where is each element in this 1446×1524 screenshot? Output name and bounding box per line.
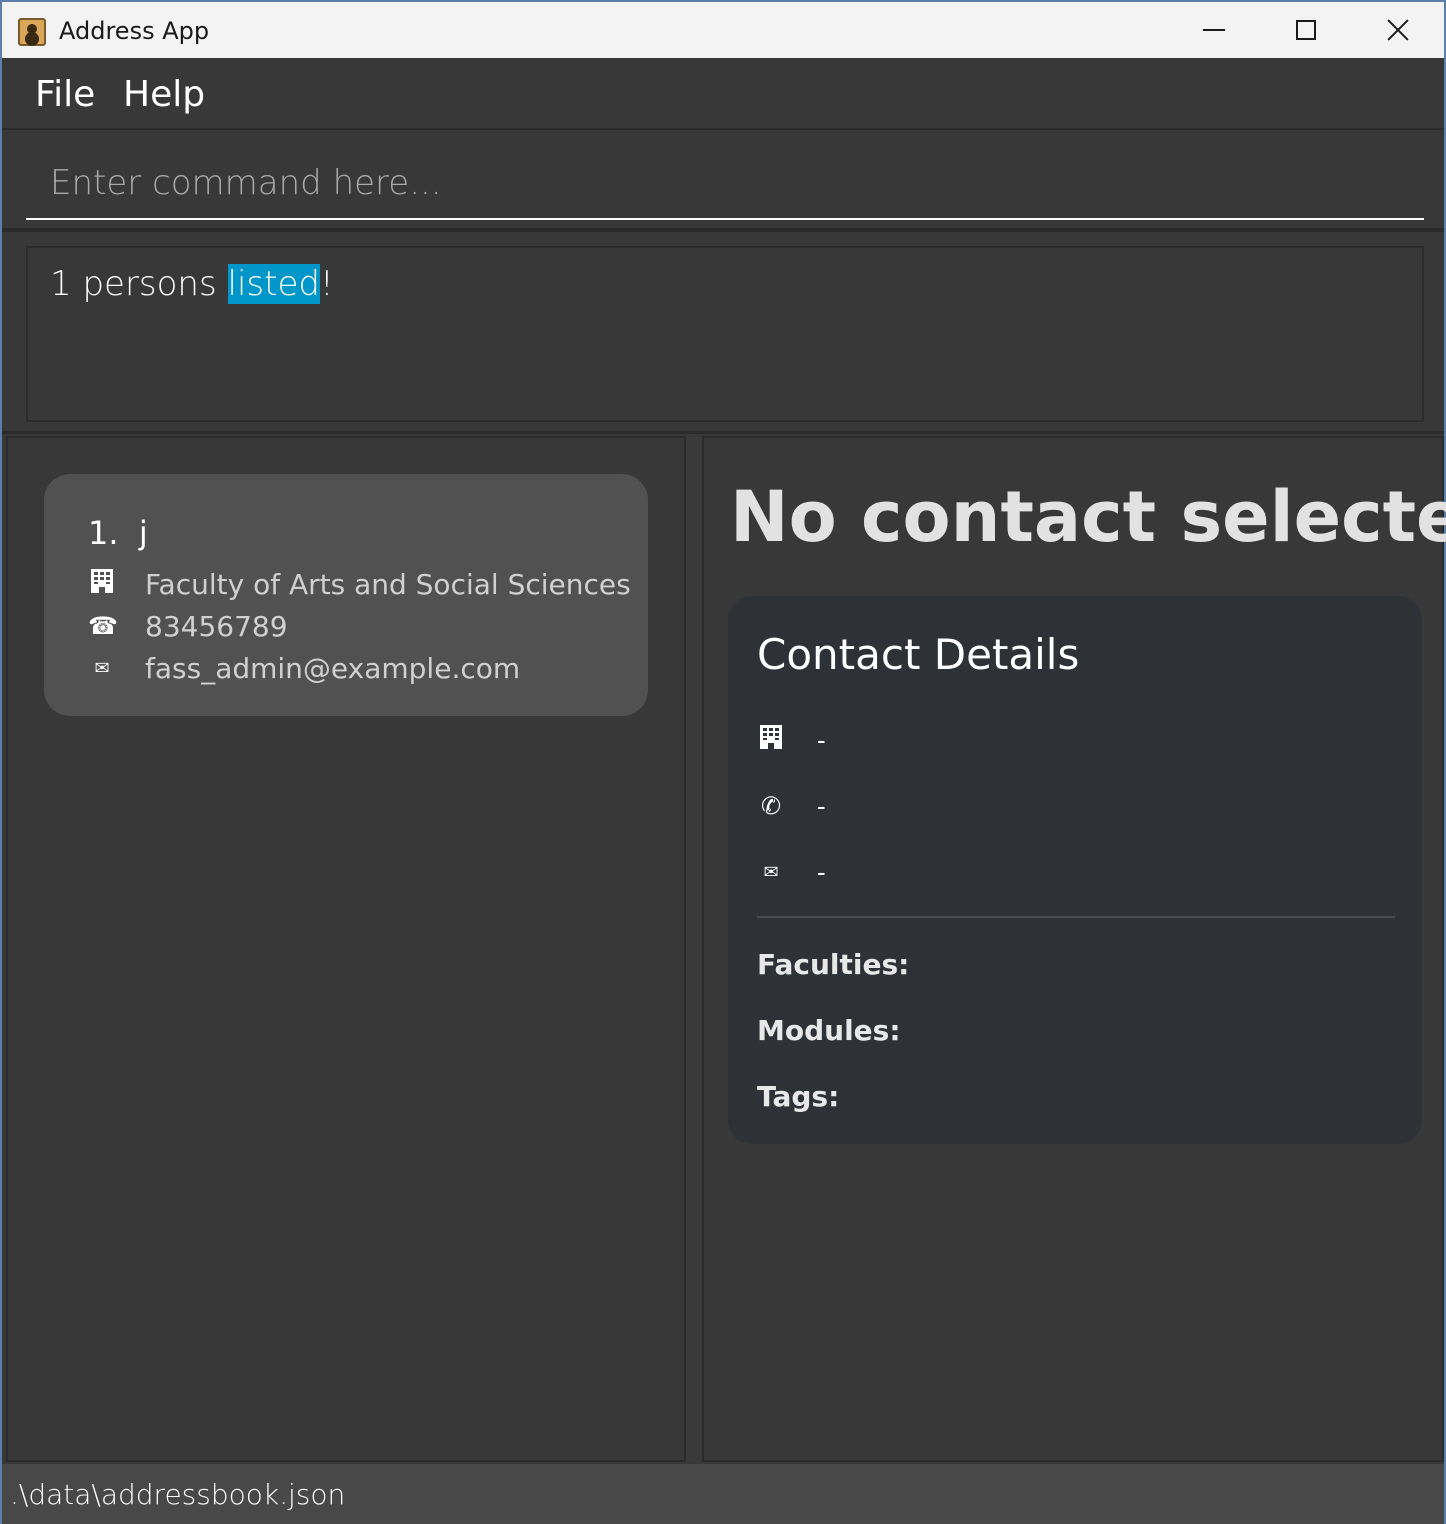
menu-file[interactable]: File — [35, 74, 95, 115]
app-icon — [18, 18, 46, 46]
person-card[interactable]: 1. j Faculty of Arts and Social Sciences… — [44, 474, 648, 716]
menu-bar: File Help — [2, 58, 1444, 130]
phone-icon: ☎ — [88, 612, 118, 640]
person-email: fass_admin@example.com — [145, 651, 521, 685]
person-phone-row: ☎ 83456789 — [88, 608, 288, 644]
person-faculty: Faculty of Arts and Social Sciences — [145, 567, 631, 601]
result-text-selection: listed — [227, 264, 320, 304]
faculties-label: Faculties: — [757, 948, 910, 981]
person-list-panel[interactable]: 1. j Faculty of Arts and Social Sciences… — [6, 436, 686, 1462]
no-contact-heading: No contact selected — [730, 476, 1446, 558]
minimize-button[interactable] — [1168, 2, 1260, 58]
command-box — [2, 132, 1444, 232]
split-pane-divider[interactable] — [686, 436, 702, 1462]
maximize-icon — [1296, 20, 1316, 40]
result-display[interactable]: 1 persons listed! — [26, 246, 1424, 422]
envelope-icon: ✉ — [94, 657, 110, 678]
contact-details-card: Contact Details - ✆ - ✉ - Faculties: Mod… — [728, 596, 1422, 1144]
menu-help[interactable]: Help — [123, 74, 205, 115]
phone-icon: ✆ — [760, 792, 782, 820]
modules-label: Modules: — [757, 1014, 901, 1047]
command-input[interactable] — [26, 148, 1424, 220]
close-icon — [1386, 18, 1410, 42]
detail-phone-value: - — [817, 790, 826, 821]
detail-email-value: - — [817, 856, 826, 887]
envelope-icon: ✉ — [763, 861, 779, 882]
tags-label: Tags: — [757, 1080, 840, 1113]
detail-faculty-value: - — [817, 724, 826, 755]
building-icon — [88, 568, 116, 600]
status-bar: .\data\addressbook.json — [2, 1464, 1444, 1524]
person-faculty-row: Faculty of Arts and Social Sciences — [88, 566, 631, 602]
detail-faculty-row: - — [757, 720, 826, 760]
detail-phone-row: ✆ - — [757, 786, 826, 826]
result-text-start: 1 persons — [50, 264, 228, 304]
result-display-area: 1 persons listed! — [2, 236, 1444, 434]
person-index: 1. — [88, 514, 119, 552]
window-title: Address App — [59, 17, 210, 45]
result-message: 1 persons listed! — [50, 264, 334, 304]
title-bar[interactable]: Address App — [2, 2, 1444, 58]
building-icon — [757, 724, 785, 756]
close-button[interactable] — [1352, 2, 1444, 58]
person-phone: 83456789 — [145, 609, 288, 643]
maximize-button[interactable] — [1260, 2, 1352, 58]
person-email-row: ✉ fass_admin@example.com — [88, 650, 520, 686]
detail-email-row: ✉ - — [757, 852, 825, 892]
contact-detail-panel: No contact selected Contact Details - ✆ … — [702, 436, 1446, 1462]
result-text-end: ! — [319, 264, 334, 304]
contact-details-title: Contact Details — [757, 630, 1080, 679]
person-name-text: j — [138, 514, 148, 552]
person-name: 1. j — [88, 514, 148, 552]
app-window: Address App File Help 1 persons listed! … — [0, 0, 1446, 1524]
details-separator — [757, 916, 1395, 918]
save-file-path: .\data\addressbook.json — [10, 1478, 346, 1511]
minimize-icon — [1203, 29, 1225, 31]
